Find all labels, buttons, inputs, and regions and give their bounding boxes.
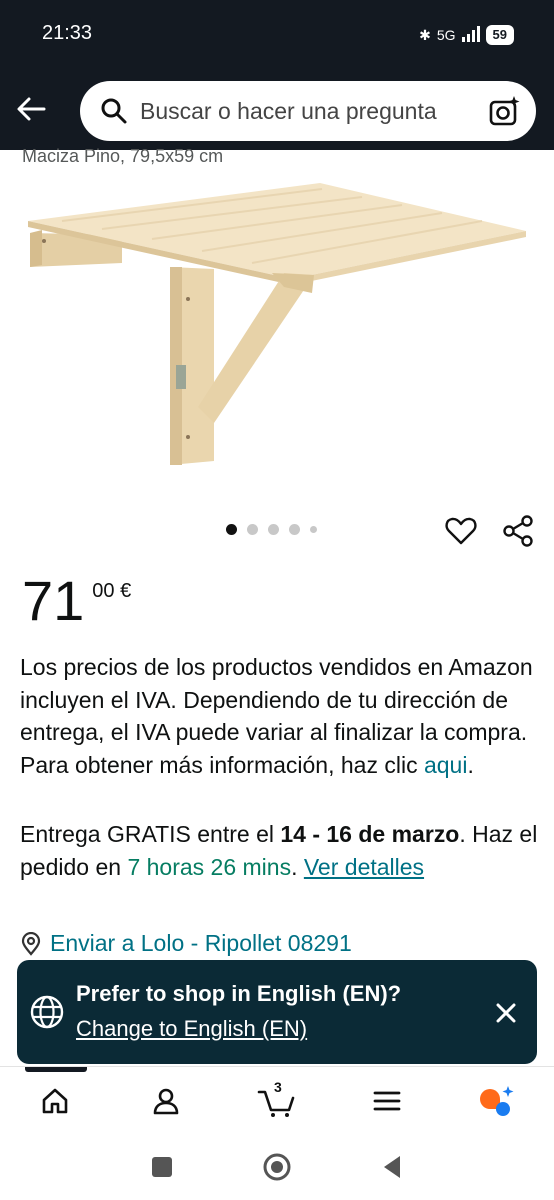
menu-icon bbox=[373, 1091, 401, 1111]
account-icon bbox=[153, 1088, 179, 1115]
triangle-back-icon bbox=[384, 1156, 400, 1178]
nav-menu[interactable] bbox=[367, 1081, 407, 1121]
home-icon bbox=[42, 1088, 68, 1114]
vat-notice-end: . bbox=[467, 751, 474, 778]
battery-indicator: 59 bbox=[485, 25, 514, 45]
delivery-info: Entrega GRATIS entre el 14 - 16 de marzo… bbox=[20, 818, 540, 883]
bluetooth-icon: ✱ bbox=[419, 26, 431, 43]
change-language-link[interactable]: Change to English (EN) bbox=[76, 1016, 307, 1042]
back-arrow-icon bbox=[17, 97, 46, 121]
circle-icon bbox=[263, 1153, 291, 1181]
active-tab-indicator bbox=[25, 1067, 87, 1072]
carousel-dot[interactable] bbox=[310, 526, 317, 533]
status-icons: ✱ 5G 59 bbox=[419, 24, 514, 46]
language-banner-title: Prefer to shop in English (EN)? bbox=[76, 981, 402, 1006]
nav-cart[interactable]: 3 bbox=[257, 1079, 297, 1121]
price-whole: 71 bbox=[22, 569, 85, 632]
product-image[interactable] bbox=[22, 175, 532, 475]
square-icon bbox=[152, 1157, 172, 1177]
vat-notice: Los precios de los productos vendidos en… bbox=[20, 651, 540, 781]
delivery-countdown: 7 horas 26 mins bbox=[127, 853, 292, 880]
heart-icon[interactable] bbox=[444, 514, 478, 548]
home-system-button[interactable] bbox=[260, 1150, 294, 1184]
price-fraction: 00 € bbox=[92, 580, 132, 602]
carousel-dot[interactable] bbox=[247, 524, 258, 535]
recent-apps-button[interactable] bbox=[145, 1150, 179, 1184]
back-system-button[interactable] bbox=[375, 1150, 409, 1184]
nav-rufus[interactable] bbox=[477, 1081, 517, 1121]
ship-to-text: Enviar a Lolo - Ripollet 08291 bbox=[50, 930, 352, 956]
product-title: Maciza Pino, 79,5x59 cm bbox=[22, 146, 224, 166]
signal-icon bbox=[461, 25, 480, 45]
carousel-dot[interactable] bbox=[289, 524, 300, 535]
delivery-suffix: . bbox=[291, 853, 304, 880]
bottom-navigation: 3 bbox=[0, 1066, 554, 1135]
app-header: 21:33 ✱ 5G 59 Buscar o hacer una pregunt… bbox=[0, 0, 554, 150]
vat-info-link[interactable]: aqui bbox=[424, 752, 467, 778]
price: 71 00 € bbox=[22, 568, 131, 634]
carousel-dot[interactable] bbox=[268, 524, 279, 535]
cart-count: 3 bbox=[274, 1079, 282, 1095]
search-input[interactable]: Buscar o hacer una pregunta bbox=[80, 81, 536, 141]
search-placeholder: Buscar o hacer una pregunta bbox=[140, 97, 437, 124]
nav-account[interactable] bbox=[146, 1081, 186, 1121]
back-button[interactable] bbox=[14, 92, 48, 126]
nav-home[interactable] bbox=[35, 1081, 75, 1121]
language-banner: Prefer to shop in English (EN)? Change t… bbox=[17, 960, 537, 1064]
camera-search-icon[interactable] bbox=[488, 94, 522, 128]
carousel-dot[interactable] bbox=[226, 524, 237, 535]
delivery-details-link[interactable]: Ver detalles bbox=[304, 854, 424, 880]
globe-icon bbox=[30, 995, 64, 1029]
search-icon bbox=[101, 98, 127, 124]
rufus-icon bbox=[480, 1086, 514, 1116]
status-time: 21:33 bbox=[42, 22, 93, 44]
close-icon[interactable] bbox=[491, 998, 521, 1028]
location-pin-icon bbox=[21, 931, 41, 956]
share-icon[interactable] bbox=[501, 514, 535, 548]
network-label: 5G bbox=[436, 27, 456, 43]
ship-to-address[interactable]: Enviar a Lolo - Ripollet 08291 bbox=[20, 930, 352, 957]
system-navigation-bar bbox=[0, 1134, 554, 1200]
delivery-prefix: Entrega GRATIS entre el bbox=[20, 821, 281, 847]
delivery-dates: 14 - 16 de marzo bbox=[280, 821, 460, 847]
image-carousel-indicator bbox=[226, 524, 317, 535]
